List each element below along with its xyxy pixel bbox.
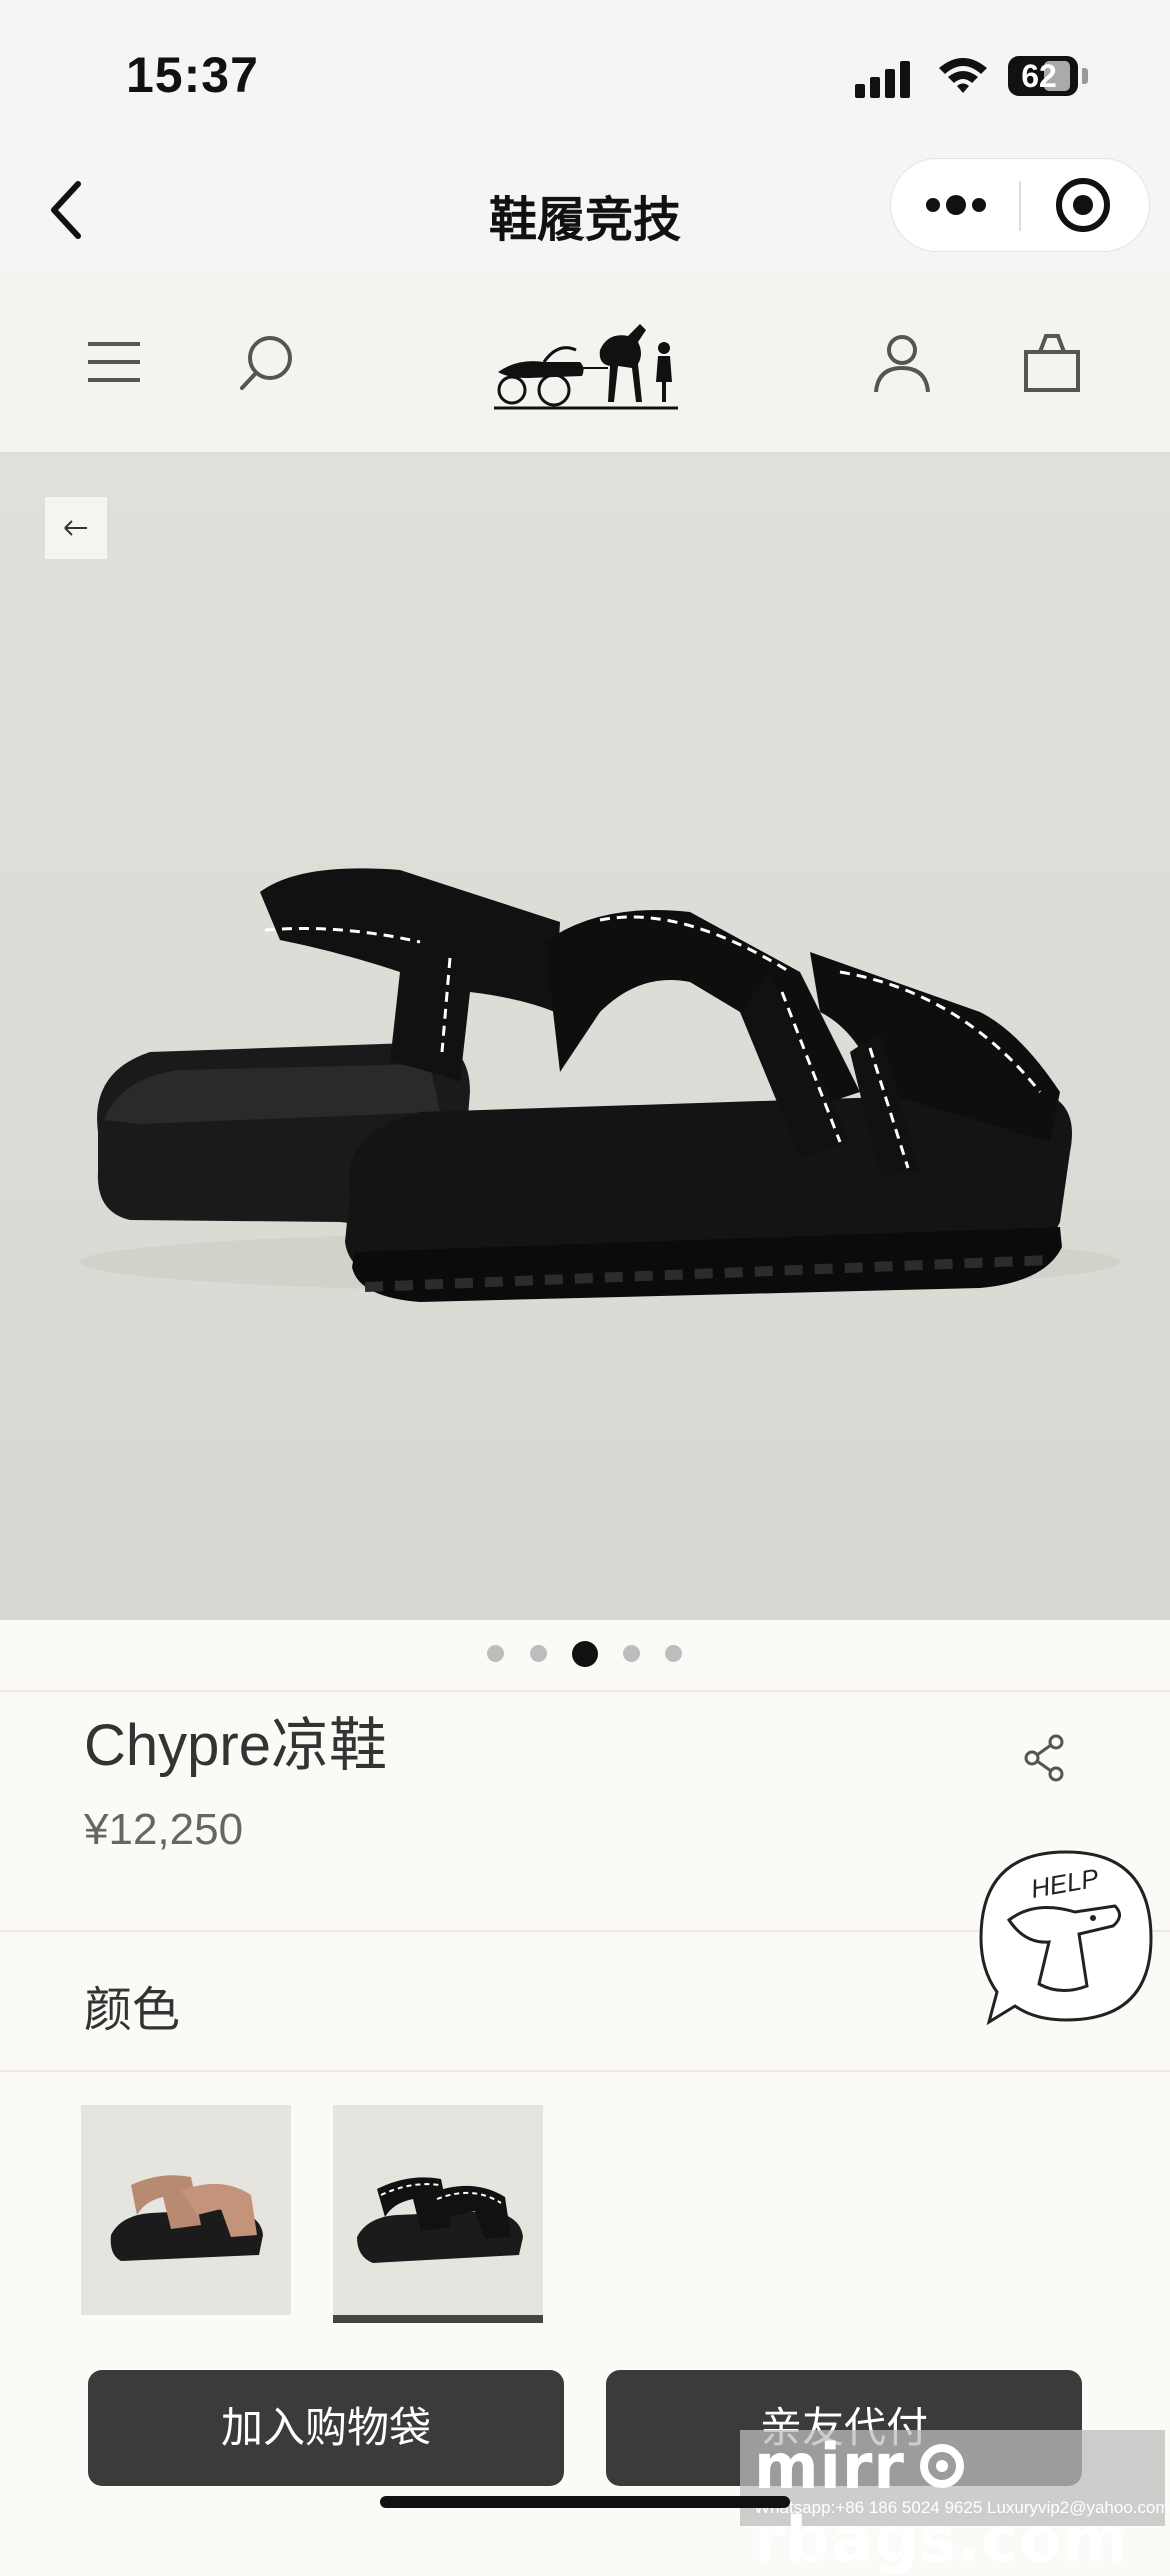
carousel-dot[interactable] — [530, 1645, 547, 1662]
search-icon[interactable] — [226, 322, 306, 402]
swatch-photo-black — [333, 2105, 543, 2315]
swatch-photo-tan — [81, 2105, 291, 2315]
nav-bar: 鞋履竞技 — [0, 150, 1170, 272]
selected-swatch-indicator — [333, 2315, 543, 2323]
target-close-icon — [1056, 178, 1110, 232]
cellular-signal-icon — [855, 58, 915, 98]
help-chat-button[interactable]: HELP — [975, 1846, 1157, 2030]
add-to-bag-button[interactable]: 加入购物袋 — [88, 2370, 564, 2486]
product-name: Chypre凉鞋 — [84, 1713, 387, 1778]
more-button[interactable] — [891, 159, 1021, 251]
brand-logo[interactable] — [488, 302, 684, 420]
carousel-dot[interactable] — [623, 1645, 640, 1662]
menu-icon[interactable] — [74, 322, 154, 402]
close-miniprogram-button[interactable] — [1023, 159, 1149, 251]
wifi-icon — [939, 58, 987, 93]
product-photo — [80, 868, 1120, 1302]
product-image-carousel[interactable] — [0, 452, 1170, 1620]
battery-level: 62 — [1021, 58, 1057, 94]
home-indicator — [380, 2496, 790, 2508]
color-swatch-tan[interactable] — [81, 2105, 291, 2315]
watermark-contact: Whatsapp:+86 186 5024 9625 Luxuryvip2@ya… — [754, 2498, 1170, 2517]
more-dots-icon — [926, 195, 986, 215]
watermark-ring-icon — [920, 2444, 964, 2488]
watermark: mirr rbags.com Whatsapp:+86 186 5024 962… — [740, 2430, 1170, 2576]
site-header — [0, 272, 1170, 452]
battery-icon: 62 — [1008, 56, 1078, 96]
capsule-menu — [890, 158, 1150, 252]
share-icon[interactable] — [1020, 1730, 1070, 1786]
status-bar: 15:37 62 — [0, 0, 1170, 150]
carousel-dot-active[interactable] — [572, 1641, 598, 1667]
carousel-dot[interactable] — [665, 1645, 682, 1662]
account-icon[interactable] — [862, 322, 942, 402]
carousel-dot[interactable] — [487, 1645, 504, 1662]
status-time: 15:37 — [126, 47, 259, 103]
color-swatch-black[interactable] — [333, 2105, 543, 2315]
product-price: ¥12,250 — [84, 1805, 244, 1854]
shopping-bag-icon[interactable] — [1012, 322, 1092, 402]
carousel-pagination — [0, 1620, 1170, 1690]
color-section-label: 颜色 — [84, 1984, 181, 2037]
